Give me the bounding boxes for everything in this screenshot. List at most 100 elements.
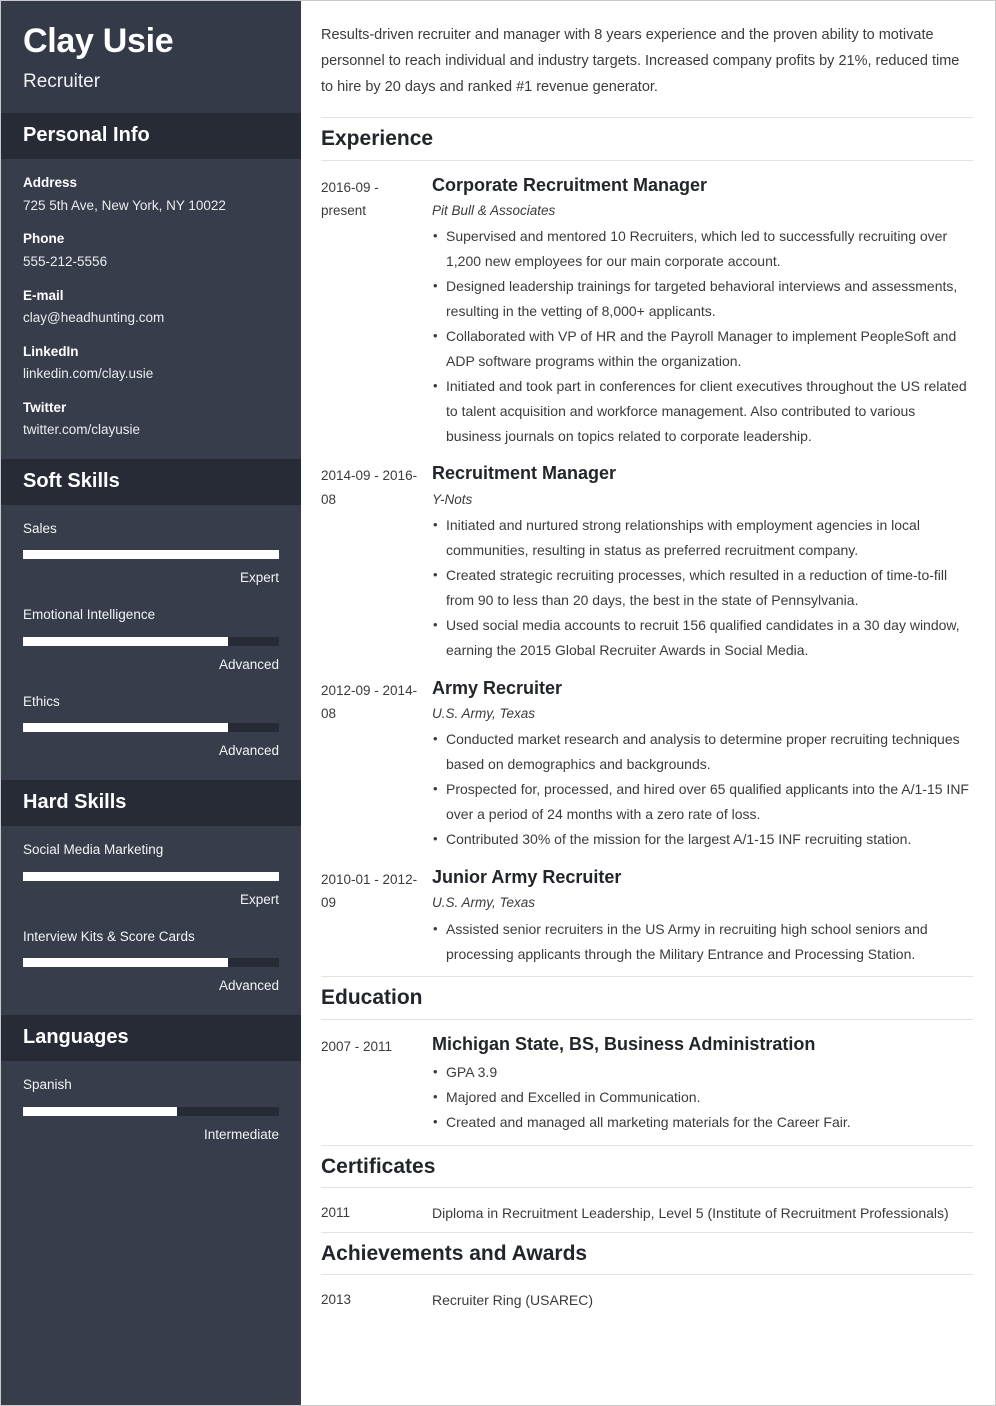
achievements-section: Achievements and Awards 2013 Recruiter Ri… <box>321 1231 973 1313</box>
skill-level-label: Expert <box>239 570 279 586</box>
entry-bullet: Initiated and nurtured strong relationsh… <box>432 513 973 563</box>
entry-date: 2011 <box>321 1204 351 1220</box>
entry-body: Army Recruiter U.S. Army, Texas Conducted … <box>432 677 973 852</box>
personal-info-list: Address 725 5th Ave, New York, NY 10022 Ph… <box>1 159 301 459</box>
entry-title: Michigan State, BS, Business Administrat… <box>432 1033 816 1054</box>
personal-info-label: Twitter <box>23 399 67 415</box>
section-title-hard-skills: Hard Skills <box>23 791 127 814</box>
personal-info-item: Phone 555-212-5556 <box>23 229 279 272</box>
personal-info-value: linkedin.com/clay.usie <box>23 365 154 381</box>
resume-page: Clay Usie Recruiter Personal Info Addres… <box>0 0 996 1406</box>
experience-section: Experience 2016-09 - present Corporate Re… <box>321 117 973 966</box>
personal-info-label: E-mail <box>23 287 64 303</box>
skill-level-label: Advanced <box>218 978 279 994</box>
entry-date: 2007 - 2011 <box>321 1038 393 1054</box>
entry-bullet: Used social media accounts to recruit 15… <box>432 613 973 663</box>
language-item: Spanish Intermediate <box>23 1075 279 1145</box>
entry-body: Junior Army Recruiter U.S. Army, Texas Ass… <box>432 866 973 967</box>
hard-skill-item: Social Media Marketing Expert <box>23 840 279 910</box>
personal-info-item: E-mail clay@headhunting.com <box>23 286 279 329</box>
personal-info-item: Twitter twitter.com/clayusie <box>23 398 279 441</box>
professional-summary: Results-driven recruiter and manager wit… <box>321 27 960 95</box>
entry-date: 2014-09 - 2016-08 <box>321 468 418 507</box>
certificate-entry: 2011 Diploma in Recruitment Leadership, L… <box>321 1201 973 1226</box>
achievement-entries: 2013 Recruiter Ring (USAREC) <box>321 1288 973 1313</box>
entry-bullet: Conducted market research and analysis t… <box>432 727 973 777</box>
entry-body: Michigan State, BS, Business Administrat… <box>432 1033 973 1135</box>
skill-level-label: Advanced <box>218 743 279 759</box>
soft-skill-item: Emotional Intelligence Advanced <box>23 605 279 675</box>
skill-level-label: Intermediate <box>203 1126 279 1142</box>
section-band-hard-skills: Hard Skills <box>1 780 301 827</box>
section-title-languages: Languages <box>23 1026 129 1049</box>
skill-bar-track <box>23 1106 279 1116</box>
skill-name: Social Media Marketing <box>23 842 164 858</box>
skill-level-label: Advanced <box>218 656 279 672</box>
entry-bullet: Designed leadership trainings for target… <box>432 274 973 324</box>
candidate-role: Recruiter <box>23 71 101 93</box>
personal-info-label: Address <box>23 175 78 191</box>
soft-skills-list: Sales Expert Emotional Intelligence Advance… <box>1 505 301 781</box>
entry-bullet: Created strategic recruiting processes, … <box>432 563 973 613</box>
entry-date: 2016-09 - present <box>321 179 379 218</box>
entry-title: Junior Army Recruiter <box>432 866 622 887</box>
experience-entry: 2016-09 - present Corporate Recruitment M… <box>321 174 973 449</box>
education-entries: 2007 - 2011 Michigan State, BS, Business … <box>321 1033 973 1135</box>
education-section: Education 2007 - 2011 Michigan State, BS,… <box>321 976 973 1134</box>
section-heading-achievements: Achievements and Awards <box>321 1231 973 1276</box>
skill-bar-track <box>23 636 279 646</box>
certificates-section: Certificates 2011 Diploma in Recruitment … <box>321 1144 973 1226</box>
personal-info-item: Address 725 5th Ave, New York, NY 10022 <box>23 173 279 216</box>
skill-name: Interview Kits & Score Cards <box>23 928 195 944</box>
entry-bullet: Created and managed all marketing materi… <box>432 1110 973 1135</box>
section-title-soft-skills: Soft Skills <box>23 469 120 492</box>
personal-info-label: Phone <box>23 231 65 247</box>
entry-title: Corporate Recruitment Manager <box>432 174 708 195</box>
section-heading-education: Education <box>321 976 973 1020</box>
entry-bullet: Supervised and mentored 10 Recruiters, w… <box>432 224 973 274</box>
entry-bullet: Initiated and took part in conferences f… <box>432 374 973 449</box>
skill-bar-track <box>23 723 279 733</box>
personal-info-value: clay@headhunting.com <box>23 309 165 325</box>
personal-info-value: twitter.com/clayusie <box>23 421 141 437</box>
entry-bullet: Majored and Excelled in Communication. <box>432 1085 973 1110</box>
skill-bar-fill <box>23 871 279 881</box>
experience-entry: 2014-09 - 2016-08 Recruitment Manager Y-No… <box>321 462 973 662</box>
skill-name: Emotional Intelligence <box>23 607 156 623</box>
entry-body: Recruitment Manager Y-Nots Initiated and n… <box>432 462 973 662</box>
experience-entries: 2016-09 - present Corporate Recruitment M… <box>321 174 973 967</box>
entry-bullet: Assisted senior recruiters in the US Arm… <box>432 917 973 967</box>
entry-subtitle: U.S. Army, Texas <box>432 895 536 911</box>
personal-info-value: 555-212-5556 <box>23 253 108 269</box>
section-band-languages: Languages <box>1 1015 301 1062</box>
section-band-personal-info: Personal Info <box>1 113 301 160</box>
entry-body: Corporate Recruitment Manager Pit Bull & … <box>432 174 973 449</box>
personal-info-value: 725 5th Ave, New York, NY 10022 <box>23 197 226 213</box>
section-heading-certificates: Certificates <box>321 1144 973 1188</box>
sidebar: Clay Usie Recruiter Personal Info Addres… <box>1 1 301 1405</box>
hard-skills-list: Social Media Marketing Expert Interview Ki… <box>1 826 301 1015</box>
section-band-soft-skills: Soft Skills <box>1 458 301 505</box>
languages-list: Spanish Intermediate <box>1 1061 301 1164</box>
achievement-entry: 2013 Recruiter Ring (USAREC) <box>321 1288 973 1313</box>
entry-bullet-list: Assisted senior recruiters in the US Arm… <box>432 917 973 967</box>
entry-text: Recruiter Ring (USAREC) <box>432 1292 594 1309</box>
entry-date: 2012-09 - 2014-08 <box>321 682 418 721</box>
certificate-entries: 2011 Diploma in Recruitment Leadership, L… <box>321 1201 973 1226</box>
entry-text: Diploma in Recruitment Leadership, Level… <box>432 1204 949 1221</box>
personal-info-item: LinkedIn linkedin.com/clay.usie <box>23 342 279 385</box>
entry-title: Recruitment Manager <box>432 463 617 484</box>
entry-date: 2010-01 - 2012-09 <box>321 871 418 911</box>
section-title-personal-info: Personal Info <box>23 124 150 147</box>
entry-bullet: Prospected for, processed, and hired ove… <box>432 777 973 827</box>
skill-level-label: Expert <box>239 891 279 907</box>
skill-bar-fill <box>23 958 228 968</box>
skill-bar-fill <box>23 636 228 646</box>
main-column: Results-driven recruiter and manager wit… <box>301 1 995 1405</box>
entry-bullet-list: Initiated and nurtured strong relationsh… <box>432 513 973 662</box>
skill-bar-track <box>23 550 279 560</box>
entry-bullet: Collaborated with VP of HR and the Payro… <box>432 324 973 374</box>
entry-bullet: GPA 3.9 <box>432 1060 973 1085</box>
skill-name: Spanish <box>23 1077 72 1093</box>
entry-bullet-list: Conducted market research and analysis t… <box>432 727 973 852</box>
